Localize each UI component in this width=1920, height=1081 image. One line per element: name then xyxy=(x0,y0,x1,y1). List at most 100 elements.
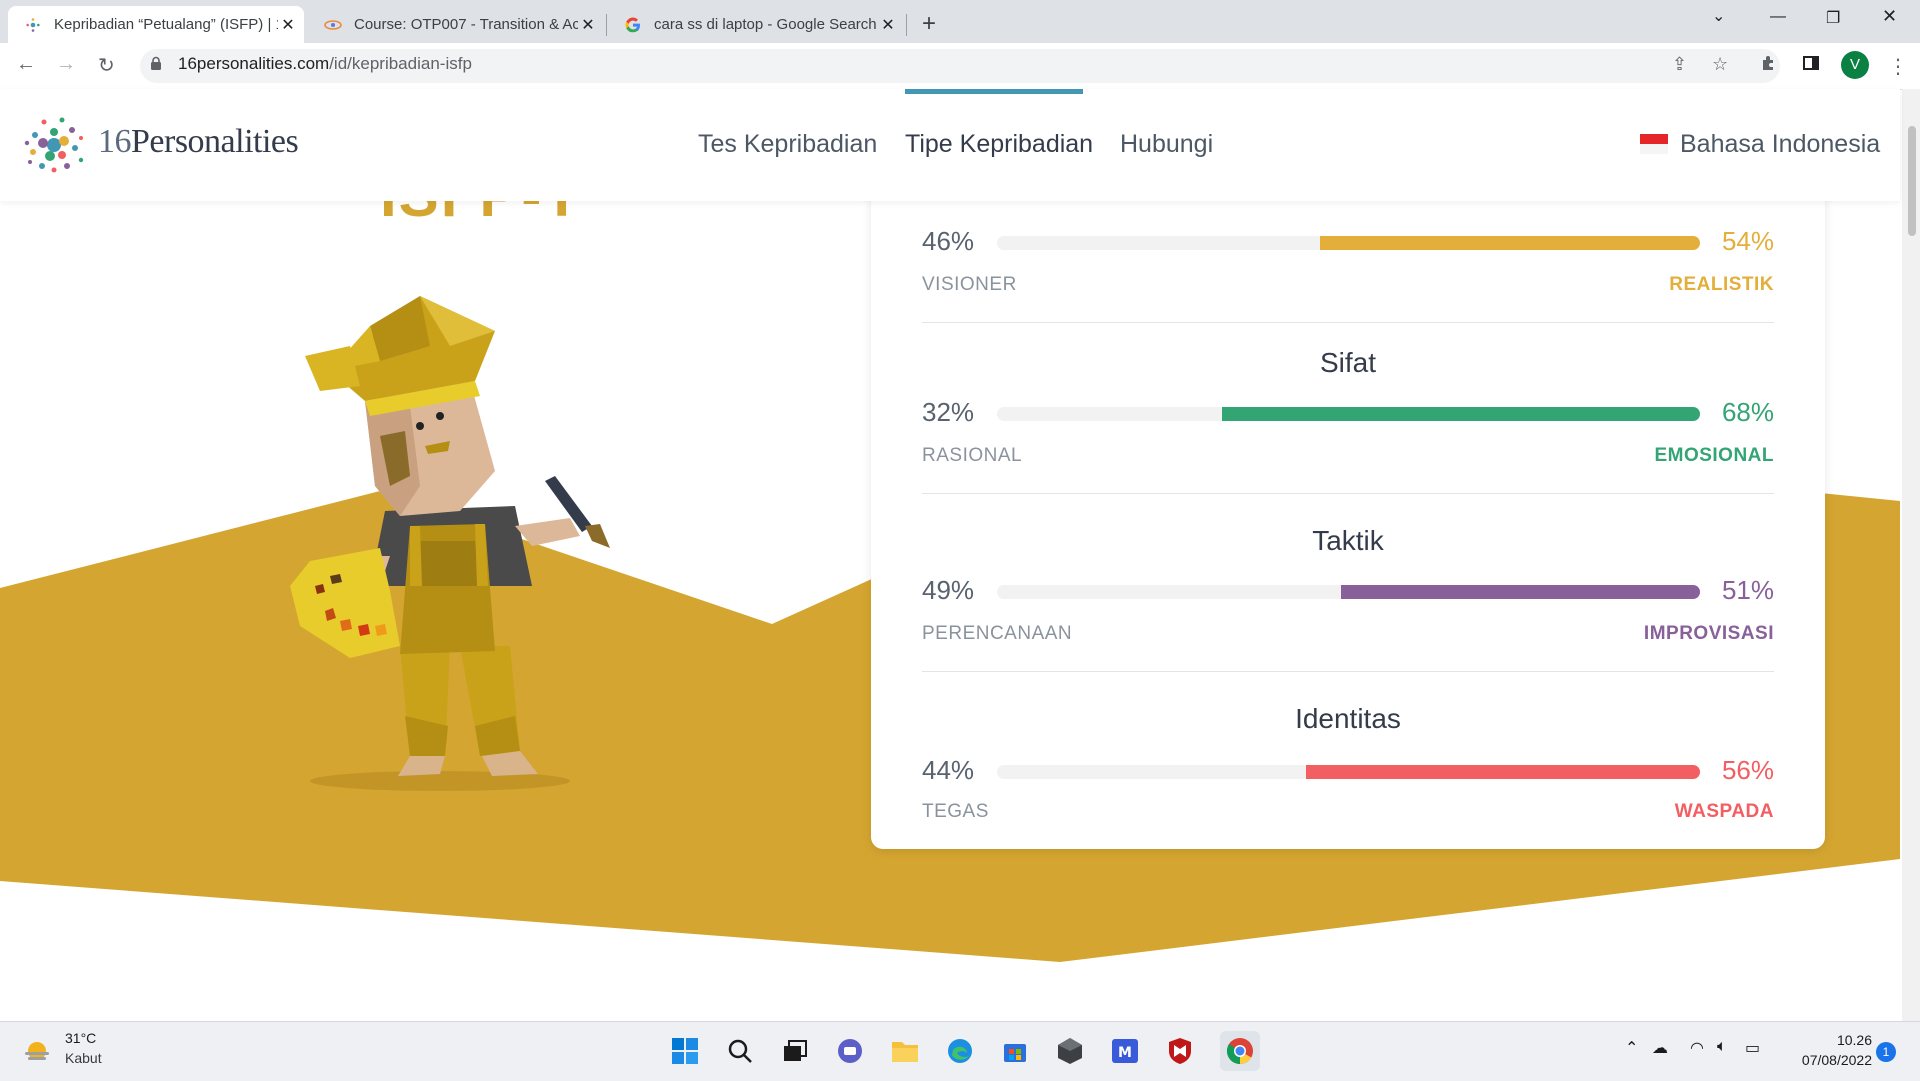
trait-divider xyxy=(922,671,1774,672)
trait-left-label: TEGAS xyxy=(922,801,989,822)
system-clock[interactable]: 10.26 07/08/2022 xyxy=(1802,1030,1872,1070)
logo-number: 16 xyxy=(98,123,132,160)
weather-hazy-icon[interactable] xyxy=(22,1036,52,1066)
menu-kebab-icon[interactable]: ⋮ xyxy=(1888,54,1908,79)
trait-name: Identitas xyxy=(1295,703,1401,734)
close-tab-icon[interactable]: ✕ xyxy=(878,15,898,35)
close-tab-icon[interactable]: ✕ xyxy=(278,15,298,35)
16personalities-favicon xyxy=(24,16,42,34)
windows-taskbar: 31°C Kabut M ⌃ ☁ ◠ 🔈︎ ▭ 10.26 07/08/2022… xyxy=(0,1021,1920,1081)
extensions-puzzle-icon[interactable] xyxy=(1760,54,1778,77)
site-logo-text[interactable]: 16Personalities xyxy=(98,123,299,161)
windows-start-icon[interactable] xyxy=(670,1036,700,1066)
trait-right-percent: 68% xyxy=(1721,397,1774,427)
nav-tipe-kepribadian[interactable]: Tipe Kepribadian xyxy=(905,130,1093,159)
close-tab-icon[interactable]: ✕ xyxy=(578,15,598,35)
weather-temperature[interactable]: 31°C xyxy=(65,1030,96,1046)
bookmark-star-icon[interactable]: ☆ xyxy=(1712,54,1728,75)
trait-bar-track xyxy=(997,765,1700,779)
share-icon[interactable]: ⇪ xyxy=(1672,54,1687,75)
file-explorer-icon[interactable] xyxy=(890,1036,920,1066)
trait-left-percent: 44% xyxy=(922,755,975,785)
url-text[interactable]: 16personalities.com/id/kepribadian-isfp xyxy=(178,54,472,74)
show-hidden-icons-chevron-icon[interactable]: ⌃ xyxy=(1625,1038,1638,1058)
trait-divider xyxy=(922,322,1774,323)
tab-course[interactable]: Course: OTP007 - Transition & Ac ✕ xyxy=(308,6,604,43)
trait-bar-track xyxy=(997,585,1700,599)
adventurer-character-illustration xyxy=(290,296,610,791)
url-domain: 16personalities.com xyxy=(178,54,330,73)
cube-app-icon[interactable] xyxy=(1055,1036,1085,1066)
trait-name: Taktik xyxy=(1312,525,1384,556)
close-window-icon[interactable]: ✕ xyxy=(1882,6,1897,27)
notification-badge[interactable]: 1 xyxy=(1876,1042,1896,1062)
clock-date: 07/08/2022 xyxy=(1801,1052,1872,1068)
trait-bar-fill xyxy=(1306,765,1700,779)
personality-traits-card: 46% 54% VISIONER REALISTIK Sifat 32% 68%… xyxy=(871,201,1825,849)
site-header: 16Personalities Tes Kepribadian Tipe Kep… xyxy=(0,89,1900,201)
tab-title: Kepribadian “Petualang” (ISFP) | 1 xyxy=(54,16,278,33)
lock-icon[interactable] xyxy=(150,56,162,76)
new-tab-button[interactable]: + xyxy=(922,10,936,38)
language-selector[interactable]: Bahasa Indonesia xyxy=(1680,130,1880,159)
nav-hubungi[interactable]: Hubungi xyxy=(1120,130,1213,159)
tab-divider xyxy=(906,14,907,36)
minimize-icon[interactable]: — xyxy=(1770,8,1786,26)
back-arrow-icon[interactable]: ← xyxy=(16,53,36,76)
trait-bar-track xyxy=(997,407,1700,421)
trait-left-percent: 49% xyxy=(922,575,975,605)
tab-kepribadian[interactable]: Kepribadian “Petualang” (ISFP) | 1 ✕ xyxy=(8,6,304,43)
search-icon[interactable] xyxy=(725,1036,755,1066)
tab-title: cara ss di laptop - Google Search xyxy=(654,16,877,33)
trait-bar-fill xyxy=(1320,236,1700,250)
profile-avatar[interactable]: V xyxy=(1841,51,1869,79)
volume-icon[interactable]: 🔈︎ xyxy=(1717,1038,1727,1056)
nav-tes-kepribadian[interactable]: Tes Kepribadian xyxy=(698,130,877,159)
tab-google-search[interactable]: cara ss di laptop - Google Search ✕ xyxy=(608,6,904,43)
battery-icon[interactable]: ▭ xyxy=(1745,1038,1760,1058)
onedrive-cloud-icon[interactable]: ☁ xyxy=(1652,1038,1668,1058)
clock-time: 10.26 xyxy=(1836,1032,1872,1048)
trait-right-label: IMPROVISASI xyxy=(1643,623,1774,644)
edge-browser-icon[interactable] xyxy=(945,1036,975,1066)
trait-right-percent: 56% xyxy=(1721,755,1774,785)
tab-divider xyxy=(606,14,607,36)
trait-name: Sifat xyxy=(1319,347,1377,378)
tab-search-chevron-icon[interactable]: ⌄ xyxy=(1712,6,1725,26)
svg-text:M: M xyxy=(1118,1045,1132,1061)
chrome-taskbar-icon[interactable] xyxy=(1220,1031,1260,1071)
trait-bar-fill xyxy=(1341,585,1700,599)
mathway-app-icon[interactable]: M xyxy=(1110,1036,1140,1066)
hero-type-code: ISFP-T xyxy=(380,201,582,230)
side-panel-icon[interactable] xyxy=(1802,54,1820,77)
browser-tab-strip: Kepribadian “Petualang” (ISFP) | 1 ✕ Cou… xyxy=(0,0,1920,43)
forward-arrow-icon[interactable]: → xyxy=(56,53,76,76)
microsoft-store-icon[interactable] xyxy=(1000,1036,1030,1066)
trait-left-percent: 32% xyxy=(922,397,975,427)
trait-right-label: REALISTIK xyxy=(1669,274,1774,295)
trait-divider xyxy=(922,493,1774,494)
trait-right-percent: 54% xyxy=(1721,226,1774,256)
wifi-icon[interactable]: ◠ xyxy=(1690,1038,1704,1058)
16personalities-logo-icon[interactable] xyxy=(22,113,86,182)
logo-word: Personalities xyxy=(131,123,299,160)
task-view-icon[interactable] xyxy=(780,1036,810,1066)
page-content: ISFP-T xyxy=(0,201,1900,1021)
reload-icon[interactable]: ↻ xyxy=(98,53,115,78)
teams-chat-icon[interactable] xyxy=(835,1036,865,1066)
trait-right-label: WASPADA xyxy=(1674,801,1774,822)
weather-description[interactable]: Kabut xyxy=(65,1050,102,1066)
trait-left-percent: 46% xyxy=(922,226,975,256)
address-toolbar: ← → ↻ 16personalities.com/id/kepribadian… xyxy=(0,43,1920,90)
trait-left-label: RASIONAL xyxy=(922,445,1023,466)
url-path: /id/kepribadian-isfp xyxy=(329,54,472,73)
scrollbar-thumb[interactable] xyxy=(1908,126,1916,236)
mcafee-shield-icon[interactable] xyxy=(1165,1036,1195,1066)
course-favicon xyxy=(324,16,342,34)
restore-icon[interactable]: ❐ xyxy=(1826,8,1840,28)
google-favicon xyxy=(624,16,642,34)
trait-right-percent: 51% xyxy=(1721,575,1774,605)
active-nav-indicator xyxy=(905,89,1083,94)
trait-left-label: VISIONER xyxy=(922,274,1017,295)
trait-bar-track xyxy=(997,236,1700,250)
